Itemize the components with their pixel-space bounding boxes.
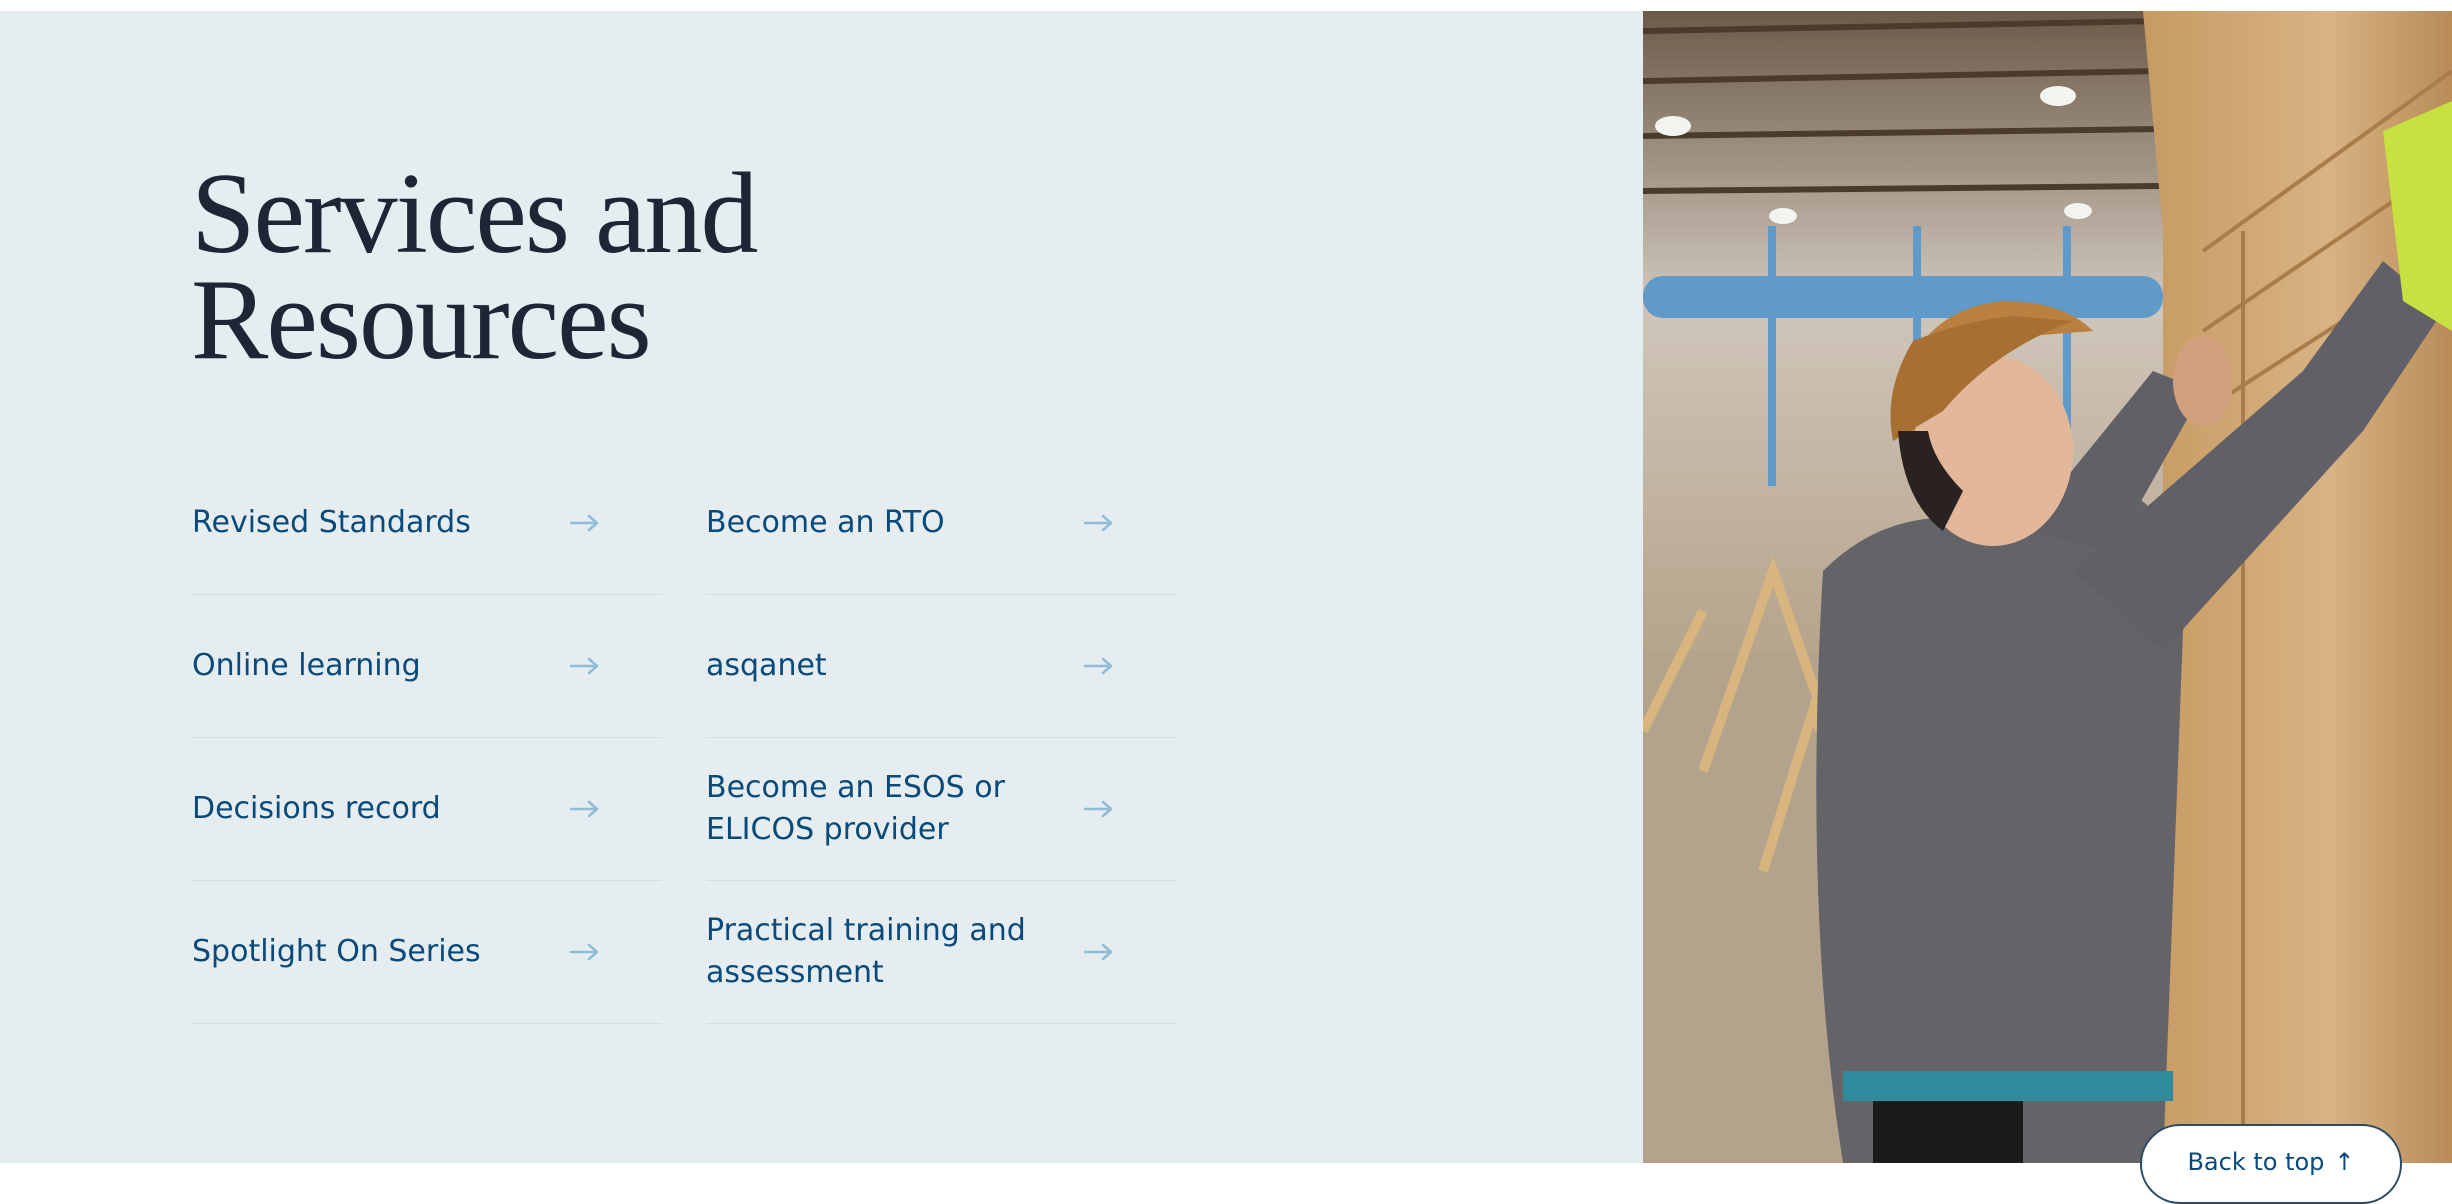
link-asqanet[interactable]: asqanet bbox=[706, 595, 1176, 738]
link-online-learning[interactable]: Online learning bbox=[192, 595, 662, 738]
arrow-up-icon: ↑ bbox=[2334, 1148, 2355, 1176]
link-revised-standards[interactable]: Revised Standards bbox=[192, 452, 662, 595]
link-become-an-rto[interactable]: Become an RTO bbox=[706, 452, 1176, 595]
link-label: Decisions record bbox=[192, 791, 441, 826]
carpentry-worker-image bbox=[1643, 11, 2452, 1163]
services-section: Services and Resources Revised Standards… bbox=[0, 11, 2452, 1163]
arrow-right-icon bbox=[1084, 657, 1113, 675]
link-label: Revised Standards bbox=[192, 505, 471, 540]
link-label: Online learning bbox=[192, 648, 421, 683]
arrow-right-icon bbox=[570, 514, 599, 532]
services-panel: Services and Resources Revised Standards… bbox=[0, 11, 1643, 1163]
arrow-right-icon bbox=[1084, 800, 1113, 818]
section-heading: Services and Resources bbox=[191, 156, 891, 378]
hero-photo bbox=[1643, 11, 2452, 1163]
link-practical-training-assessment[interactable]: Practical training and assessment bbox=[706, 881, 1176, 1024]
arrow-right-icon bbox=[1084, 943, 1113, 961]
link-spotlight-on-series[interactable]: Spotlight On Series bbox=[192, 881, 662, 1024]
arrow-right-icon bbox=[570, 943, 599, 961]
link-label: Practical training and assessment bbox=[706, 913, 1026, 990]
link-label: Spotlight On Series bbox=[192, 934, 481, 969]
link-become-esos-elicos-provider[interactable]: Become an ESOS or ELICOS provider bbox=[706, 738, 1176, 881]
back-to-top-button[interactable]: Back to top ↑ bbox=[2140, 1124, 2402, 1204]
link-label: asqanet bbox=[706, 648, 827, 683]
link-decisions-record[interactable]: Decisions record bbox=[192, 738, 662, 881]
arrow-right-icon bbox=[570, 657, 599, 675]
link-label: Become an ESOS or ELICOS provider bbox=[706, 770, 1005, 847]
arrow-right-icon bbox=[570, 800, 599, 818]
services-links-grid: Revised Standards Become an RTO Online l… bbox=[192, 452, 1176, 1024]
link-label: Become an RTO bbox=[706, 505, 945, 540]
back-to-top-label: Back to top bbox=[2187, 1148, 2325, 1176]
arrow-right-icon bbox=[1084, 514, 1113, 532]
heading-line-2: Resources bbox=[191, 256, 652, 384]
